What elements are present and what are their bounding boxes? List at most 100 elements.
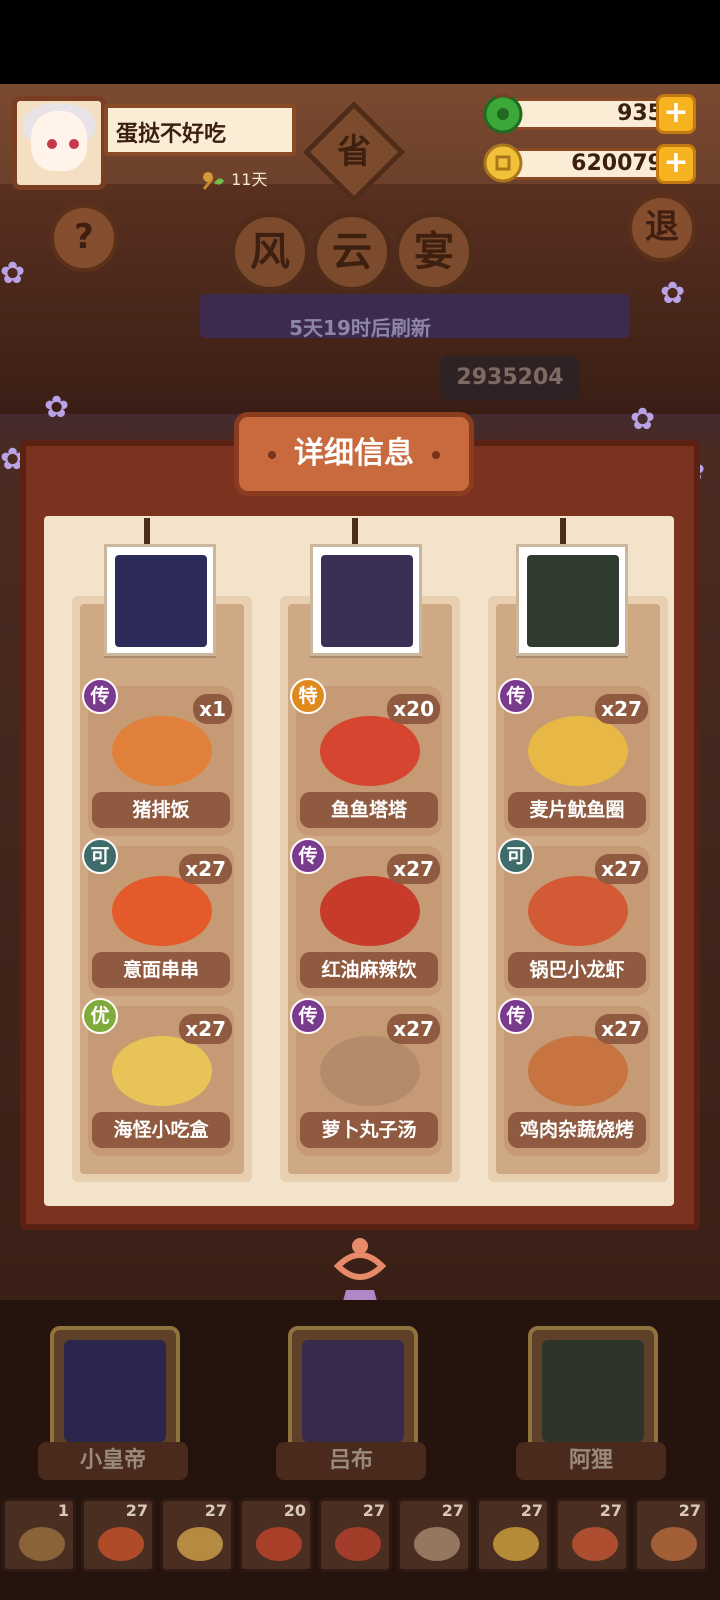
dish-name: 海怪小吃盒 [92,1112,230,1148]
hanging-string [352,518,358,544]
tray-dish-slot[interactable]: 27 [397,1498,471,1572]
dish-image [320,716,420,786]
tray-count: 27 [599,1501,622,1520]
dish-name: 红油麻辣饮 [300,952,438,988]
dish-image [320,876,420,946]
chef-card[interactable] [528,1326,658,1456]
dish-name: 猪排饭 [92,792,230,828]
dish-quantity: x27 [387,854,440,884]
chef-portrait[interactable] [516,544,628,656]
gold-currency: 620079 + [482,142,712,186]
tray-count: 20 [283,1501,306,1520]
tray-dish-slot[interactable]: 27 [476,1498,550,1572]
avatar-eye [47,139,57,149]
tray-dish-slot[interactable]: 27 [555,1498,629,1572]
login-days-text: 11天 [231,170,268,189]
panel-title-text: 详细信息 [294,436,414,471]
grade-badge: 传 [82,678,118,714]
hanging-string [560,518,566,544]
dish-card[interactable]: 传 x1 猪排饭 [82,678,234,836]
grade-badge: 传 [498,678,534,714]
dish-quantity: x20 [387,694,440,724]
dish-quantity: x27 [595,694,648,724]
tray-dish-image [177,1527,223,1561]
dish-quantity: x27 [595,854,648,884]
title-char: 宴 [394,212,474,292]
dish-card[interactable]: 可 x27 意面串串 [82,838,234,996]
dish-card[interactable]: 优 x27 海怪小吃盒 [82,998,234,1156]
chef-card[interactable] [50,1326,180,1456]
refresh-countdown: 5天19时后刷新 [289,316,431,340]
player-name: 蛋挞不好吃 [104,104,296,156]
jade-icon [483,93,523,134]
tray-dish-image [493,1527,539,1561]
tray-dish-slot[interactable]: 27 [81,1498,155,1572]
jade-currency: 935 + [482,92,712,136]
dish-quantity: x27 [387,1014,440,1044]
flower-icon: ✿ [44,390,70,425]
flower-icon: ✿ [630,402,656,437]
dish-image [528,716,628,786]
dish-quantity: x27 [179,854,232,884]
dish-card[interactable]: 传 x27 萝卜丸子汤 [290,998,442,1156]
dish-name: 鱼鱼塔塔 [300,792,438,828]
status-bar [0,0,720,84]
tray-dish-image [414,1527,460,1561]
dish-quantity: x1 [193,694,232,724]
tray-dish-slot[interactable]: 27 [160,1498,234,1572]
tray-dish-slot[interactable]: 27 [634,1498,708,1572]
tray-count: 27 [362,1501,385,1520]
login-days: 11天 [200,166,267,191]
gold-amount: 620079 [506,148,676,180]
province-text: 省 [337,132,371,172]
exit-button[interactable]: 退 [628,194,696,262]
title-char: 云 [312,212,392,292]
dish-card[interactable]: 可 x27 锅巴小龙虾 [498,838,650,996]
title-char: 风 [230,212,310,292]
add-jade-button[interactable]: + [656,94,696,134]
chef-art [302,1340,404,1442]
help-button[interactable]: ? [50,204,118,272]
dish-name: 鸡肉杂蔬烧烤 [508,1112,646,1148]
player-avatar[interactable] [12,96,106,190]
dish-card[interactable]: 传 x27 麦片鱿鱼圈 [498,678,650,836]
dish-quantity: x27 [179,1014,232,1044]
dish-image [112,876,212,946]
jade-amount: 935 [506,98,676,130]
dish-card[interactable]: 传 x27 红油麻辣饮 [290,838,442,996]
tray-dish-image [572,1527,618,1561]
avatar-eye [69,139,79,149]
chef-card[interactable] [288,1326,418,1456]
dish-card[interactable]: 特 x20 鱼鱼塔塔 [290,678,442,836]
grade-badge: 可 [498,838,534,874]
tray-dish-slot[interactable]: 27 [318,1498,392,1572]
grade-badge: 传 [498,998,534,1034]
avatar-face [31,111,87,171]
dish-image [320,1036,420,1106]
chef-name: 阿狸 [516,1442,666,1480]
tray-count: 27 [125,1501,148,1520]
chef-portrait-art [115,555,207,647]
score-display: 2935204 [440,356,580,400]
dish-name: 意面串串 [92,952,230,988]
grade-badge: 传 [290,998,326,1034]
chef-portrait[interactable] [310,544,422,656]
flower-icon: ✿ [660,276,686,311]
add-gold-button[interactable]: + [656,144,696,184]
tray-count: 27 [678,1501,701,1520]
tray-dish-slot[interactable]: 1 [2,1498,76,1572]
title-dot [268,450,276,459]
tray-dish-image [19,1527,65,1561]
dish-quantity: x27 [595,1014,648,1044]
dish-image [528,876,628,946]
tray-dish-image [335,1527,381,1561]
chef-portrait-art [527,555,619,647]
tray-dish-slot[interactable]: 20 [239,1498,313,1572]
chef-portrait[interactable] [104,544,216,656]
sprout-icon [202,171,224,190]
panel-title: 详细信息 [234,412,474,496]
dish-name: 锅巴小龙虾 [508,952,646,988]
dish-card[interactable]: 传 x27 鸡肉杂蔬烧烤 [498,998,650,1156]
dish-image [112,1036,212,1106]
grade-badge: 可 [82,838,118,874]
